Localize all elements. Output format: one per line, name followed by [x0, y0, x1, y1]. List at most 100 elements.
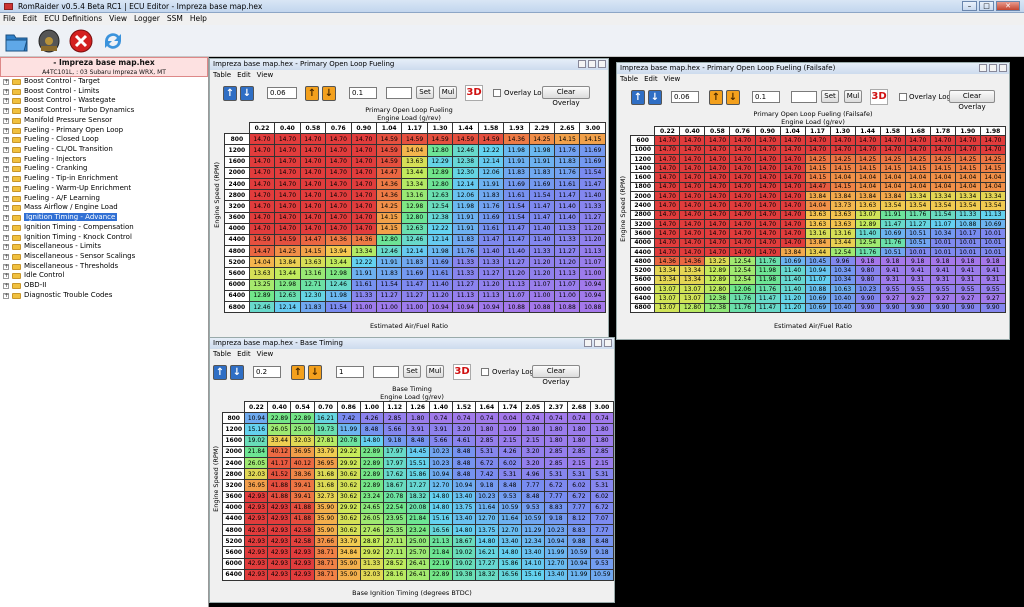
- map-cell[interactable]: 14.70: [754, 135, 781, 146]
- map-cell[interactable]: 14.70: [350, 166, 377, 179]
- map-cell[interactable]: 14.70: [754, 209, 781, 220]
- y-axis-cell[interactable]: 6800: [224, 300, 250, 314]
- x-axis-cell[interactable]: 1.74: [497, 400, 522, 414]
- x-axis-cell[interactable]: 1.58: [879, 125, 906, 137]
- map-cell[interactable]: 14.70: [679, 181, 706, 193]
- map-cell[interactable]: 9.18: [979, 256, 1007, 267]
- map-cell[interactable]: 14.70: [679, 237, 706, 248]
- map-cell[interactable]: 14.70: [879, 144, 906, 155]
- sidebar-item[interactable]: + Ignition Timing - Advance: [0, 213, 208, 223]
- x-axis-cell[interactable]: 1.68: [904, 125, 931, 137]
- map-cell[interactable]: 12.06: [452, 189, 479, 202]
- map-cell[interactable]: 11.20: [426, 289, 454, 303]
- map-cell[interactable]: 9.53: [589, 557, 614, 570]
- map-cell[interactable]: 13.44: [274, 267, 301, 280]
- map-cell[interactable]: 12.80: [426, 177, 454, 191]
- map-cell[interactable]: 13.75: [474, 524, 499, 537]
- x-axis-cell[interactable]: 1.44: [854, 125, 881, 137]
- map-cell[interactable]: 17.62: [382, 468, 407, 481]
- map-cell[interactable]: 11.47: [754, 293, 781, 304]
- x-axis-cell[interactable]: 1.00: [359, 400, 384, 414]
- map-cell[interactable]: 21.84: [405, 512, 430, 526]
- map-cell[interactable]: 0.04: [497, 412, 522, 425]
- decrement-fine-icon[interactable]: ↓: [726, 90, 740, 105]
- map-cell[interactable]: 13.34: [904, 191, 931, 202]
- map-cell[interactable]: 14.15: [854, 163, 881, 174]
- map-cell[interactable]: 12.63: [401, 222, 428, 235]
- map-cell[interactable]: 13.34: [929, 191, 956, 202]
- map-cell[interactable]: 11.33: [554, 222, 581, 235]
- map-cell[interactable]: 14.59: [477, 133, 505, 146]
- map-cell[interactable]: 42.93: [267, 557, 292, 570]
- map-cell[interactable]: 11.27: [401, 289, 428, 303]
- y-axis-cell[interactable]: 5600: [224, 267, 250, 280]
- map-cell[interactable]: 14.70: [325, 144, 352, 157]
- map-cell[interactable]: 42.93: [244, 557, 269, 570]
- map-cell[interactable]: 14.70: [754, 172, 781, 183]
- map-cell[interactable]: 15.16: [520, 568, 545, 582]
- map-cell[interactable]: 1.80: [543, 434, 568, 447]
- map-cell[interactable]: 17.97: [382, 456, 407, 470]
- map-cell[interactable]: 5.31: [474, 445, 499, 458]
- map-cell[interactable]: 9.27: [879, 293, 906, 304]
- map-cell[interactable]: 12.38: [426, 211, 454, 224]
- map-cell[interactable]: 11.83: [375, 267, 403, 280]
- expand-icon[interactable]: +: [3, 79, 9, 85]
- map-cell[interactable]: 14.70: [704, 246, 731, 258]
- map-cell[interactable]: 14.15: [929, 163, 956, 174]
- map-cell[interactable]: 30.62: [336, 479, 361, 492]
- map-cell[interactable]: 8.48: [451, 468, 476, 481]
- map-cell[interactable]: 11.76: [879, 237, 906, 248]
- map-cell[interactable]: 1.80: [520, 423, 545, 436]
- map-cell[interactable]: 14.70: [274, 177, 301, 191]
- map-cell[interactable]: 11.40: [554, 211, 581, 224]
- map-cell[interactable]: 12.54: [729, 274, 756, 286]
- sidebar-item[interactable]: + Mass Airflow / Engine Load: [0, 203, 208, 213]
- map-cell[interactable]: 0.74: [589, 412, 614, 425]
- y-axis-cell[interactable]: 4800: [224, 245, 250, 258]
- map-cell[interactable]: 10.94: [804, 265, 831, 276]
- map-cell[interactable]: 14.70: [679, 135, 706, 146]
- map-cell[interactable]: 32.03: [244, 468, 269, 481]
- map-cell[interactable]: 5.31: [497, 468, 522, 481]
- map-cell[interactable]: 12.34: [520, 535, 545, 548]
- map-cell[interactable]: 0.74: [428, 412, 453, 425]
- map-cell[interactable]: 14.04: [401, 144, 428, 157]
- y-axis-cell[interactable]: 2000: [221, 445, 246, 458]
- y-axis-cell[interactable]: 3600: [221, 490, 246, 503]
- map-cell[interactable]: 10.34: [929, 228, 956, 239]
- map-cell[interactable]: 10.01: [954, 237, 981, 248]
- map-cell[interactable]: 42.93: [290, 546, 315, 559]
- y-axis-cell[interactable]: 3200: [629, 218, 656, 230]
- map-cell[interactable]: 41.17: [267, 456, 292, 470]
- y-axis-cell[interactable]: 6400: [224, 289, 250, 303]
- map-cell[interactable]: 14.70: [654, 246, 681, 258]
- map-cell[interactable]: 11.20: [554, 256, 581, 269]
- map-cell[interactable]: 14.70: [350, 222, 377, 235]
- map-cell[interactable]: 14.04: [929, 172, 956, 183]
- overlay-log-checkbox[interactable]: [899, 93, 907, 101]
- map-cell[interactable]: 14.70: [299, 222, 327, 235]
- map-cell[interactable]: 11.76: [754, 256, 781, 267]
- map-cell[interactable]: 14.70: [248, 222, 276, 235]
- map-cell[interactable]: 13.34: [679, 274, 706, 286]
- window-maximize-icon[interactable]: [594, 339, 602, 347]
- expand-icon[interactable]: +: [3, 98, 9, 105]
- map-cell[interactable]: 11.47: [579, 177, 606, 191]
- set-button[interactable]: Set: [416, 86, 434, 99]
- map-cell[interactable]: 14.59: [426, 133, 454, 146]
- map-cell[interactable]: 14.70: [274, 166, 301, 179]
- map-cell[interactable]: 9.41: [929, 265, 956, 276]
- map-cell[interactable]: 18.32: [405, 490, 430, 503]
- map-cell[interactable]: 14.70: [654, 144, 681, 155]
- window-maximize-icon[interactable]: [989, 64, 997, 72]
- map-cell[interactable]: 11.33: [452, 256, 479, 269]
- map-cell[interactable]: 23.95: [382, 512, 407, 526]
- map-cell[interactable]: 10.69: [879, 228, 906, 239]
- map-cell[interactable]: 9.27: [954, 293, 981, 304]
- y-axis-cell[interactable]: 2400: [221, 456, 246, 470]
- map-cell[interactable]: 14.36: [654, 256, 681, 267]
- map-cell[interactable]: 31.68: [313, 479, 338, 492]
- map-cell[interactable]: 9.18: [929, 256, 956, 267]
- x-axis-cell[interactable]: 1.44: [452, 121, 479, 135]
